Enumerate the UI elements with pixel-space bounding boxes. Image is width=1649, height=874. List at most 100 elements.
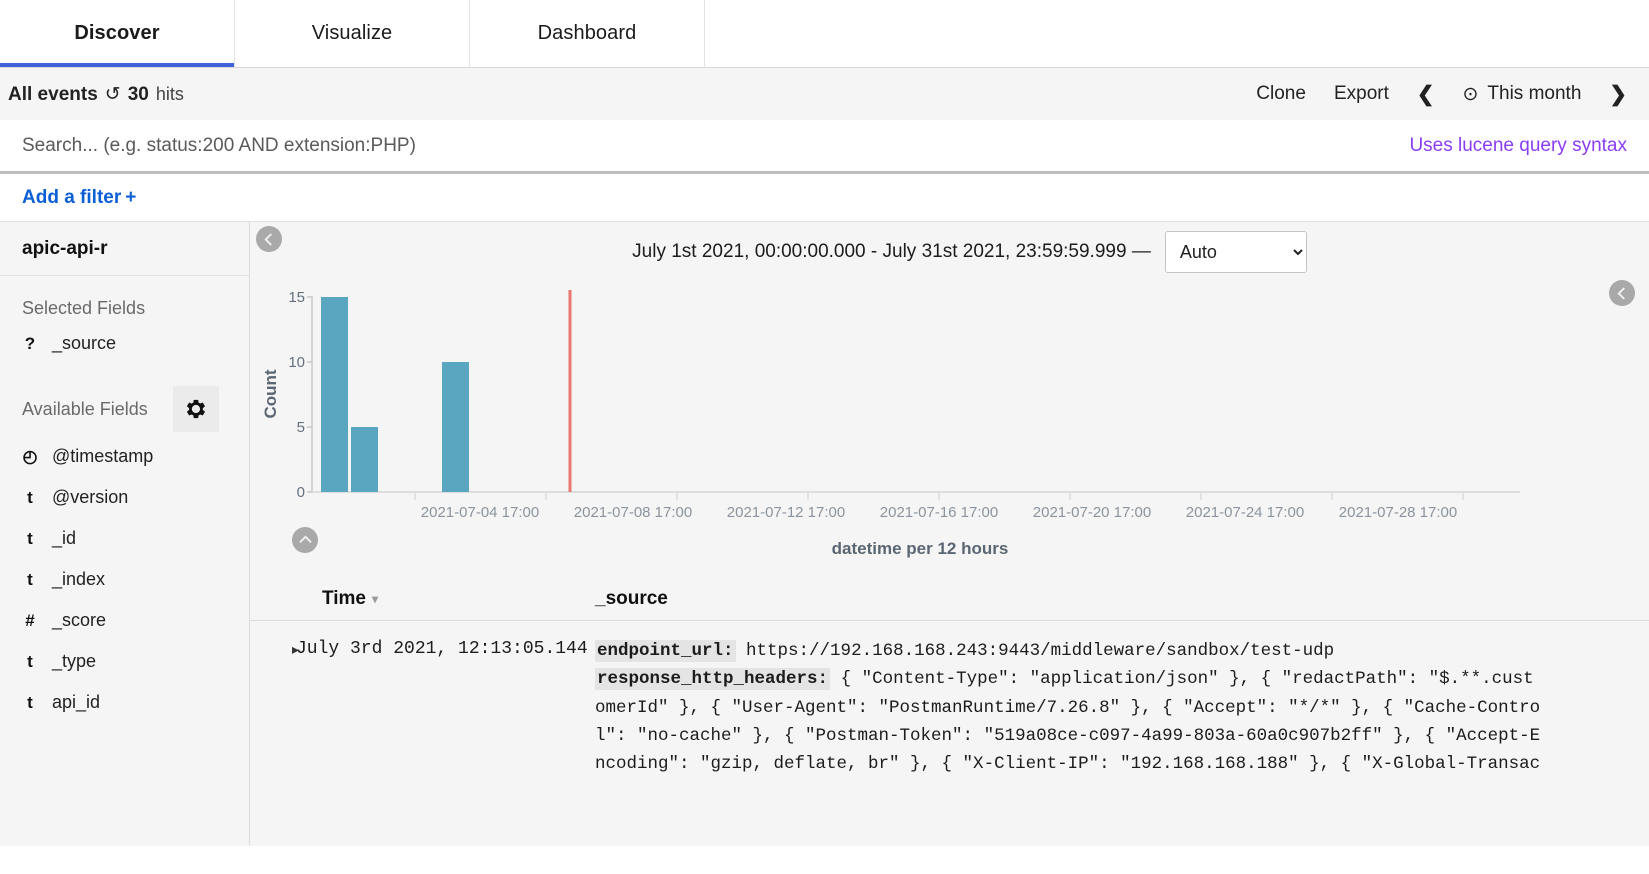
histogram-bar[interactable]	[442, 362, 469, 492]
column-header-source-label: _source	[595, 588, 668, 609]
reload-icon[interactable]: ↺	[105, 83, 121, 106]
export-button[interactable]: Export	[1334, 83, 1389, 105]
xtick-label: 2021-07-12 17:00	[727, 504, 845, 521]
field-type-icon: #	[25, 610, 35, 630]
discover-main-panel: July 1st 2021, 00:00:00.000 - July 31st …	[250, 222, 1649, 846]
ytick-label: 0	[297, 484, 305, 501]
time-next-icon[interactable]: ❯	[1609, 82, 1627, 107]
table-row[interactable]: ▸ July 3rd 2021, 12:13:05.144 endpoint_u…	[250, 621, 1649, 779]
index-pattern-selector[interactable]: apic-api-r	[0, 222, 249, 276]
field-type-icon: t	[27, 528, 33, 548]
clock-field-icon: ◴	[22, 446, 38, 466]
saved-search-title: All events	[8, 83, 98, 105]
sidebar-field-api_id[interactable]: t api_id	[0, 682, 249, 723]
sidebar-field-timestamp[interactable]: ◴ @timestamp	[0, 436, 249, 477]
saved-search-bar: All events ↺ 30 hits Clone Export ❮ ⊙ Th…	[0, 68, 1649, 120]
field-key-endpoint-url: endpoint_url:	[595, 640, 736, 662]
available-fields-label: Available Fields	[22, 398, 148, 419]
filter-bar: Add a filter +	[0, 174, 1649, 222]
field-name: _source	[52, 333, 117, 353]
xtick-label: 2021-07-04 17:00	[421, 504, 539, 521]
time-prev-icon[interactable]: ❮	[1417, 82, 1435, 107]
field-name: _id	[52, 528, 77, 548]
tab-visualize-label: Visualize	[311, 22, 393, 44]
field-type-icon: t	[27, 569, 33, 589]
chart-time-range-label: July 1st 2021, 00:00:00.000 - July 31st …	[632, 241, 1151, 262]
plus-icon: +	[125, 186, 137, 208]
y-axis-title: Count	[261, 369, 280, 418]
add-filter-label: Add a filter	[22, 186, 122, 208]
column-header-time-label: Time	[322, 588, 367, 609]
hits-count: 30	[127, 83, 149, 105]
field-type-icon: t	[27, 692, 33, 712]
sidebar-field-type[interactable]: t _type	[0, 641, 249, 682]
field-type-icon: t	[27, 487, 33, 507]
clone-button[interactable]: Clone	[1256, 83, 1306, 105]
histogram-bar[interactable]	[321, 297, 348, 492]
index-pattern-label: apic-api-r	[22, 237, 108, 259]
sort-caret-icon: ▾	[372, 592, 379, 606]
ytick-label: 15	[288, 289, 305, 306]
chart-header: July 1st 2021, 00:00:00.000 - July 31st …	[250, 222, 1649, 282]
tab-dashboard[interactable]: Dashboard	[470, 0, 705, 67]
ytick-label: 10	[288, 354, 305, 371]
available-fields-heading: Available Fields	[0, 364, 249, 436]
ytick-label: 5	[297, 419, 305, 436]
document-table: Time ▾ _source ▸ July 3rd 2021, 12:13:05…	[250, 582, 1649, 779]
field-name: _index	[52, 569, 106, 589]
row-time-cell: July 3rd 2021, 12:13:05.144	[296, 639, 588, 659]
column-header-time[interactable]: Time ▾	[250, 588, 595, 610]
histogram-bar[interactable]	[351, 427, 378, 492]
add-filter-button[interactable]: Add a filter +	[22, 187, 136, 209]
field-sidebar: apic-api-r Selected Fields ? _source Ava…	[0, 222, 250, 846]
sidebar-collapse-button[interactable]	[256, 226, 282, 252]
search-bar: Uses lucene query syntax	[0, 120, 1649, 174]
sidebar-field-version[interactable]: t @version	[0, 477, 249, 518]
field-value-response-headers-line4: ncoding": "gzip, deflate, br" }, { "X-Cl…	[595, 754, 1541, 775]
time-range-picker[interactable]: ⊙ This month	[1462, 83, 1581, 106]
interval-select[interactable]: Auto	[1164, 231, 1307, 273]
histogram-svg[interactable]: 0 5 10 15 Count 2021-07-04 17:00 2021-07…	[250, 282, 1590, 582]
saved-search-actions: Clone Export ❮ ⊙ This month ❯	[1256, 82, 1627, 107]
xtick-label: 2021-07-16 17:00	[880, 504, 998, 521]
xtick-label: 2021-07-08 17:00	[574, 504, 692, 521]
tab-dashboard-label: Dashboard	[537, 22, 637, 44]
tab-visualize[interactable]: Visualize	[235, 0, 470, 67]
field-name: @timestamp	[52, 446, 154, 466]
clock-icon: ⊙	[1462, 83, 1479, 105]
top-navigation: Discover Visualize Dashboard	[0, 0, 1649, 68]
field-value-response-headers-line3: l": "no-cache" }, { "Postman-Token": "51…	[595, 726, 1541, 747]
column-header-source[interactable]: _source	[595, 588, 668, 610]
field-value-endpoint-url: https://192.168.168.243:9443/middleware/…	[746, 641, 1335, 661]
main-body: apic-api-r Selected Fields ? _source Ava…	[0, 222, 1649, 846]
lucene-syntax-link[interactable]: Uses lucene query syntax	[1409, 135, 1627, 157]
sidebar-field-index[interactable]: t _index	[0, 559, 249, 600]
sidebar-field-score[interactable]: # _score	[0, 600, 249, 641]
field-type-icon: ?	[24, 333, 36, 353]
tab-discover-label: Discover	[74, 22, 160, 44]
field-name: @version	[52, 487, 129, 507]
selected-fields-label: Selected Fields	[22, 298, 146, 318]
field-name: api_id	[52, 692, 101, 712]
chevron-left-icon	[263, 232, 272, 246]
xtick-label: 2021-07-28 17:00	[1339, 504, 1457, 521]
row-source-cell: endpoint_url: https://192.168.168.243:94…	[595, 637, 1649, 779]
field-name: _score	[52, 610, 107, 630]
field-value-response-headers-line2: omerId" }, { "User-Agent": "PostmanRunti…	[595, 697, 1541, 718]
sidebar-field-_source[interactable]: ? _source	[0, 323, 249, 364]
time-range-label: This month	[1487, 83, 1582, 104]
sidebar-field-id[interactable]: t _id	[0, 518, 249, 559]
field-name: _type	[52, 651, 97, 671]
search-input[interactable]	[22, 134, 1410, 157]
histogram-chart: 0 5 10 15 Count 2021-07-04 17:00 2021-07…	[250, 282, 1649, 582]
expand-row-cell[interactable]: ▸	[250, 637, 299, 779]
xtick-label: 2021-07-20 17:00	[1033, 504, 1151, 521]
field-key-response-headers: response_http_headers:	[595, 668, 831, 691]
selected-fields-heading: Selected Fields	[0, 276, 249, 323]
xtick-label: 2021-07-24 17:00	[1186, 504, 1304, 521]
saved-search-info: All events ↺ 30 hits	[8, 83, 184, 106]
gear-icon[interactable]	[173, 386, 219, 432]
tab-discover[interactable]: Discover	[0, 0, 235, 67]
x-axis-title: datetime per 12 hours	[832, 539, 1009, 558]
field-type-icon: t	[27, 651, 33, 671]
